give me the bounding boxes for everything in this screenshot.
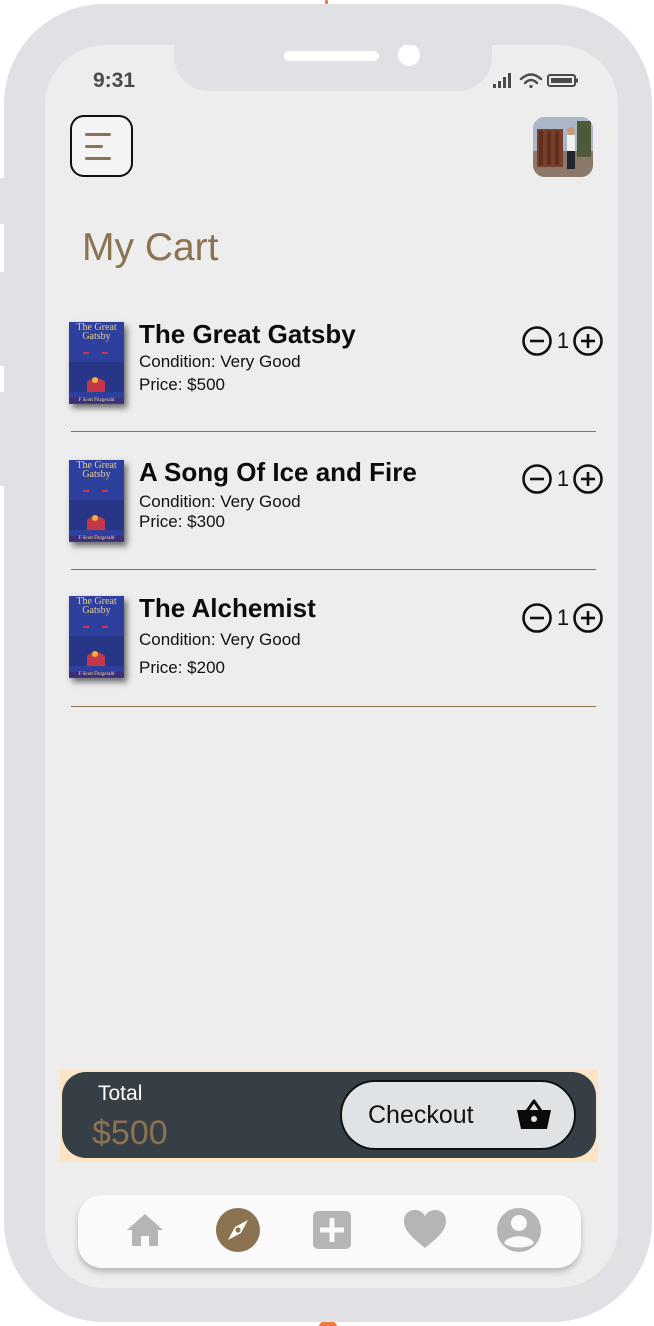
total-panel: Total $500 Checkout	[62, 1072, 596, 1158]
phone-screen: 9:31 My Cart The Great Gatsby F Scott Fi…	[45, 45, 618, 1288]
quantity-stepper: 1	[521, 601, 605, 635]
increase-quantity-button[interactable]	[572, 325, 604, 357]
item-price: Price: $500	[139, 375, 225, 394]
book-cover: The Great Gatsby F Scott Fitzgerald	[69, 596, 124, 678]
heart-icon[interactable]	[402, 1207, 448, 1253]
book-cover-author: F Scott Fitzgerald	[69, 672, 124, 677]
item-title: A Song Of Ice and Fire	[139, 457, 417, 487]
bottom-nav	[78, 1195, 581, 1268]
cellular-signal-icon	[493, 73, 511, 88]
profile-icon[interactable]	[496, 1207, 542, 1253]
item-divider	[71, 431, 596, 432]
quantity-stepper: 1	[521, 462, 605, 496]
checkout-label: Checkout	[368, 1101, 474, 1129]
avatar[interactable]	[533, 117, 593, 177]
total-label: Total	[98, 1082, 143, 1105]
phone-frame: 9:31 My Cart The Great Gatsby F Scott Fi…	[4, 4, 652, 1322]
book-cover: The Great Gatsby F Scott Fitzgerald	[69, 322, 124, 404]
increase-quantity-button[interactable]	[572, 463, 604, 495]
cart-item: The Great Gatsby F Scott Fitzgerald The …	[45, 319, 618, 460]
item-condition: Condition: Very Good	[139, 492, 301, 511]
page-title: My Cart	[82, 226, 219, 269]
decrease-quantity-button[interactable]	[521, 463, 553, 495]
quantity-stepper: 1	[521, 324, 605, 358]
book-cover-title: The Great Gatsby	[76, 460, 117, 480]
cart-item: The Great Gatsby F Scott Fitzgerald A So…	[45, 457, 618, 598]
total-value: $500	[92, 1114, 168, 1152]
quantity-value: 1	[556, 328, 570, 353]
total-bar: Total $500 Checkout	[60, 1070, 598, 1162]
battery-icon	[547, 74, 578, 87]
wifi-icon	[519, 73, 543, 89]
book-cover-title: The Great Gatsby	[76, 322, 117, 342]
item-condition: Condition: Very Good	[139, 352, 301, 371]
book-cover-author: F Scott Fitzgerald	[69, 536, 124, 541]
quantity-value: 1	[556, 605, 570, 630]
cart-item: The Great Gatsby F Scott Fitzgerald The …	[45, 593, 618, 734]
status-icons	[493, 71, 593, 94]
home-icon[interactable]	[122, 1207, 168, 1253]
item-title: The Great Gatsby	[139, 319, 356, 349]
compass-icon[interactable]	[215, 1207, 261, 1253]
item-condition: Condition: Very Good	[139, 630, 301, 649]
status-time: 9:31	[93, 69, 136, 92]
item-price: Price: $300	[139, 512, 225, 531]
checkout-button[interactable]: Checkout	[340, 1080, 576, 1150]
basket-icon	[517, 1099, 551, 1129]
increase-quantity-button[interactable]	[572, 602, 604, 634]
item-divider	[71, 569, 596, 570]
item-price: Price: $200	[139, 658, 225, 677]
notch	[174, 45, 492, 91]
book-cover-author: F Scott Fitzgerald	[69, 398, 124, 403]
quantity-value: 1	[556, 466, 570, 491]
menu-button[interactable]	[70, 115, 133, 177]
camera	[398, 45, 420, 66]
decrease-quantity-button[interactable]	[521, 325, 553, 357]
menu-icon-line-1	[85, 133, 111, 136]
item-divider	[71, 706, 596, 707]
item-title: The Alchemist	[139, 593, 316, 623]
book-cover-title: The Great Gatsby	[76, 596, 117, 616]
menu-icon-line-2	[85, 145, 103, 148]
add-icon[interactable]	[309, 1207, 355, 1253]
decrease-quantity-button[interactable]	[521, 602, 553, 634]
speaker	[284, 51, 379, 61]
menu-icon-line-3	[85, 157, 111, 160]
book-cover: The Great Gatsby F Scott Fitzgerald	[69, 460, 124, 542]
